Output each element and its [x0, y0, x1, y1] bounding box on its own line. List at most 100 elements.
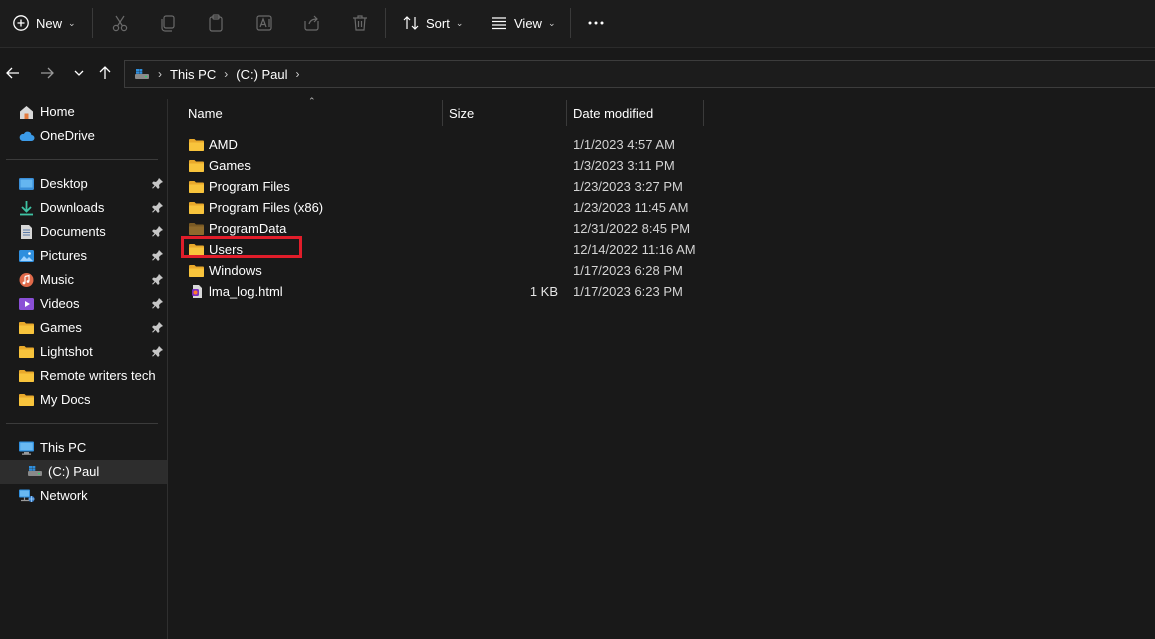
chevron-down-icon: ⌄: [455, 17, 464, 28]
sidebar-item-games[interactable]: Games: [0, 316, 167, 340]
cut-icon: [110, 13, 130, 33]
navigation-row: › This PC › (C:) Paul ›: [0, 49, 1155, 99]
sidebar-item-lightshot[interactable]: Lightshot: [0, 340, 167, 364]
sidebar-item-home[interactable]: Home: [0, 100, 167, 124]
file-name: ProgramData: [209, 221, 287, 236]
file-list-view: ⌃ Name Size Date modified AMD 1/1/2023 4…: [168, 96, 1155, 639]
copy-icon: [158, 13, 178, 33]
sidebar-item-remote-writers-tech[interactable]: Remote writers tech: [0, 364, 167, 388]
navigation-pane: Home OneDrive Desktop Downloads Document…: [0, 99, 168, 639]
sidebar-item-label: OneDrive: [40, 128, 95, 143]
sidebar-item-label: Games: [40, 320, 82, 335]
sidebar-divider: [6, 423, 158, 424]
view-label: View: [514, 15, 542, 31]
column-header-size[interactable]: Size: [449, 99, 474, 127]
desktop-icon: [18, 176, 35, 192]
folder-icon: [18, 368, 35, 384]
breadcrumb-this-pc[interactable]: This PC: [170, 61, 216, 87]
view-button[interactable]: View ⌄: [484, 7, 562, 39]
forward-button[interactable]: [36, 62, 58, 84]
file-row-amd[interactable]: AMD 1/1/2023 4:57 AM: [184, 134, 864, 155]
column-resize-handle[interactable]: [442, 100, 443, 126]
document-icon: [18, 224, 35, 240]
column-header-date-modified[interactable]: Date modified: [573, 99, 653, 127]
arrow-up-icon: [99, 66, 111, 79]
drive-icon: [134, 67, 150, 81]
sidebar-item-pictures[interactable]: Pictures: [0, 244, 167, 268]
sidebar-item-label: Music: [40, 272, 74, 287]
file-row-lma-log-html[interactable]: lma_log.html 1 KB 1/17/2023 6:23 PM: [184, 281, 864, 302]
more-options-button[interactable]: [580, 7, 612, 39]
videos-icon: [18, 296, 35, 312]
paste-button[interactable]: [200, 7, 232, 39]
rename-button[interactable]: [248, 7, 280, 39]
sidebar-item-label: Downloads: [40, 200, 105, 215]
chevron-down-icon: ⌄: [547, 17, 556, 28]
column-resize-handle[interactable]: [566, 100, 567, 126]
copy-button[interactable]: [152, 7, 184, 39]
file-row-windows[interactable]: Windows 1/17/2023 6:28 PM: [184, 260, 864, 281]
file-row-program-files-x86[interactable]: Program Files (x86) 1/23/2023 11:45 AM: [184, 197, 864, 218]
file-date-modified: 1/23/2023 3:27 PM: [573, 179, 683, 194]
file-date-modified: 1/17/2023 6:23 PM: [573, 284, 683, 299]
chevron-right-icon: ›: [295, 67, 300, 81]
file-name: lma_log.html: [209, 284, 283, 299]
folder-icon: [188, 158, 205, 173]
column-resize-handle[interactable]: [703, 100, 704, 126]
sidebar-item-documents[interactable]: Documents: [0, 220, 167, 244]
file-name: Program Files: [209, 179, 290, 194]
sidebar-item-my-docs[interactable]: My Docs: [0, 388, 167, 412]
sidebar-item-label: This PC: [40, 440, 87, 455]
sidebar-item-label: Network: [40, 488, 88, 503]
sidebar-item-videos[interactable]: Videos: [0, 292, 167, 316]
pin-icon[interactable]: [152, 225, 164, 237]
pin-icon[interactable]: [152, 345, 164, 357]
file-row-program-files[interactable]: Program Files 1/23/2023 3:27 PM: [184, 176, 864, 197]
pin-icon[interactable]: [152, 297, 164, 309]
address-bar[interactable]: › This PC › (C:) Paul ›: [124, 60, 1155, 88]
computer-icon: [18, 440, 35, 456]
file-date-modified: 1/23/2023 11:45 AM: [573, 200, 689, 215]
pin-icon[interactable]: [152, 321, 164, 333]
pin-icon[interactable]: [152, 249, 164, 261]
share-button[interactable]: [296, 7, 328, 39]
download-icon: [18, 200, 35, 216]
sidebar-item-c-drive[interactable]: (C:) Paul: [0, 460, 167, 484]
rename-icon: [254, 13, 274, 33]
sort-button[interactable]: Sort ⌄: [396, 7, 469, 39]
delete-button[interactable]: [344, 7, 376, 39]
column-header-name[interactable]: Name: [188, 99, 223, 127]
file-date-modified: 1/17/2023 6:28 PM: [573, 263, 683, 278]
more-icon: [586, 13, 606, 33]
sidebar-item-onedrive[interactable]: OneDrive: [0, 124, 167, 148]
html-file-icon: [188, 284, 205, 299]
recent-locations-button[interactable]: [68, 62, 90, 84]
pin-icon[interactable]: [152, 177, 164, 189]
breadcrumb-c-drive[interactable]: (C:) Paul: [236, 61, 287, 87]
sidebar-item-desktop[interactable]: Desktop: [0, 172, 167, 196]
folder-icon: [18, 392, 35, 408]
toolbar-divider: [92, 8, 93, 38]
pin-icon[interactable]: [152, 201, 164, 213]
arrow-right-icon: [41, 67, 54, 79]
sort-icon: [402, 14, 420, 32]
file-name: Program Files (x86): [209, 200, 324, 215]
file-row-games[interactable]: Games 1/3/2023 3:11 PM: [184, 155, 864, 176]
sidebar-item-this-pc[interactable]: This PC: [0, 436, 167, 460]
file-size: 1 KB: [529, 284, 558, 299]
highlight-box-users: [181, 236, 302, 258]
new-button[interactable]: New ⌄: [6, 7, 82, 39]
chevron-down-icon: [74, 70, 84, 76]
sidebar-item-label: Desktop: [40, 176, 88, 191]
sidebar-item-downloads[interactable]: Downloads: [0, 196, 167, 220]
cut-button[interactable]: [104, 7, 136, 39]
folder-icon: [188, 137, 205, 152]
up-button[interactable]: [94, 62, 116, 84]
back-button[interactable]: [2, 62, 24, 84]
sort-label: Sort: [426, 15, 450, 31]
pin-icon[interactable]: [152, 273, 164, 285]
sidebar-item-music[interactable]: Music: [0, 268, 167, 292]
new-icon: [12, 14, 30, 32]
sidebar-item-network[interactable]: Network: [0, 484, 167, 508]
sidebar-divider: [6, 159, 158, 160]
